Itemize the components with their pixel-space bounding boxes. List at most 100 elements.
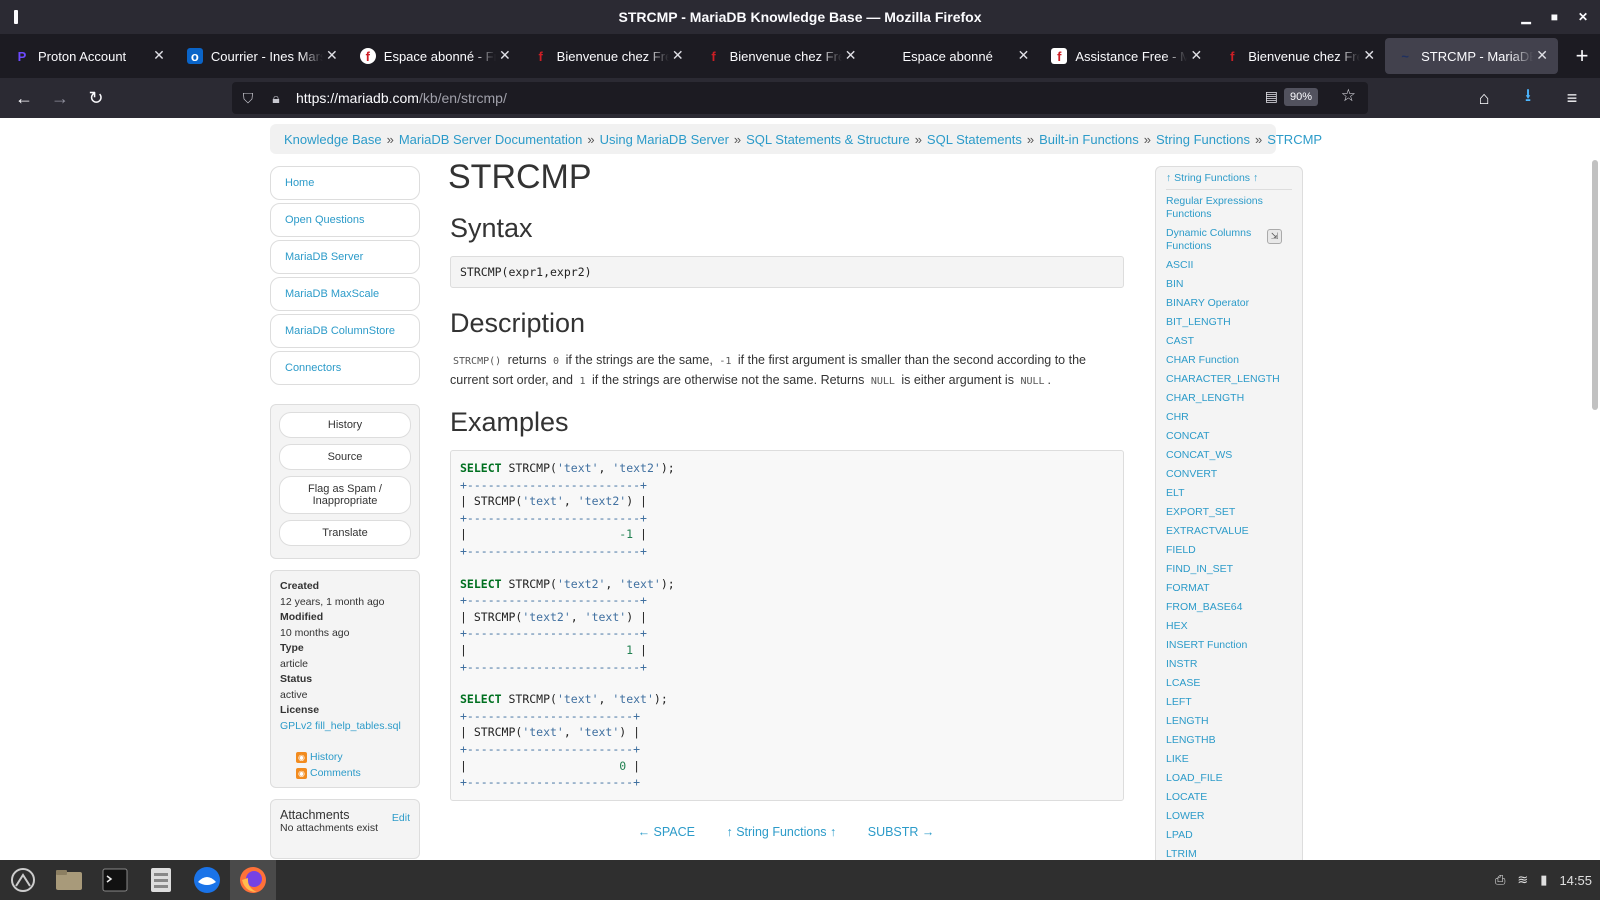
breadcrumb-link[interactable]: SQL Statements & Structure — [746, 132, 910, 147]
attachments-edit-link[interactable]: Edit — [392, 812, 410, 824]
prev-page-link[interactable]: ← SPACE — [638, 825, 695, 839]
tab[interactable]: f Assistance Free - Mes✕ — [1039, 38, 1212, 74]
pocket-icon[interactable]: ⌂ — [1466, 82, 1502, 114]
zoom-level-button[interactable]: 90% — [1283, 88, 1318, 106]
page-action-button[interactable]: History — [279, 412, 411, 438]
reader-view-icon[interactable]: ▤ — [1265, 88, 1278, 105]
rightnav-item[interactable]: CONVERT — [1166, 468, 1292, 481]
leftnav-item[interactable]: MariaDB Server — [270, 240, 420, 274]
breadcrumb-link[interactable]: Using MariaDB Server — [600, 132, 729, 147]
rightnav-item[interactable]: ASCII — [1166, 259, 1292, 272]
tab[interactable]: f Bienvenue chez Free ✕ — [521, 38, 694, 74]
new-tab-button[interactable]: + — [1564, 38, 1600, 74]
back-button[interactable]: ← — [6, 82, 42, 114]
rightnav-item[interactable]: CONCAT_WS — [1166, 449, 1292, 462]
leftnav-item[interactable]: Open Questions — [270, 203, 420, 237]
expand-icon[interactable]: ⇲ — [1267, 229, 1282, 244]
breadcrumb-link[interactable]: MariaDB Server Documentation — [399, 132, 583, 147]
rightnav-item[interactable]: LIKE — [1166, 753, 1292, 766]
rightnav-item[interactable]: BINARY Operator — [1166, 297, 1292, 310]
leftnav-item[interactable]: MariaDB MaxScale — [270, 277, 420, 311]
rightnav-item[interactable]: LOCATE — [1166, 791, 1292, 804]
rightnav-item[interactable]: LPAD — [1166, 829, 1292, 842]
rightnav-item[interactable]: CONCAT — [1166, 430, 1292, 443]
minimize-icon[interactable]: ▁ — [1521, 10, 1530, 24]
rightnav-up-link[interactable]: ↑ String Functions ↑ — [1166, 172, 1292, 190]
url-text[interactable]: https://mariadb.com/kb/en/strcmp/ — [296, 90, 507, 106]
window-menu-icon[interactable] — [14, 10, 18, 24]
close-tab-icon[interactable]: ✕ — [672, 47, 684, 64]
rightnav-item[interactable]: INSERT Function — [1166, 639, 1292, 652]
rightnav-item[interactable]: FROM_BASE64 — [1166, 601, 1292, 614]
rightnav-item[interactable]: CHARACTER_LENGTH — [1166, 373, 1292, 386]
bookmark-star-icon[interactable]: ☆ — [1341, 86, 1356, 106]
rightnav-item[interactable]: Dynamic Columns Functions — [1166, 227, 1278, 253]
clock[interactable]: 14:55 — [1559, 873, 1592, 888]
printer-icon[interactable]: ⎙ — [1495, 872, 1505, 888]
tab[interactable]: f Bienvenue chez Free ✕ — [1212, 38, 1385, 74]
rightnav-item[interactable]: EXPORT_SET — [1166, 506, 1292, 519]
rightnav-item[interactable]: FIELD — [1166, 544, 1292, 557]
page-action-button[interactable]: Flag as Spam / Inappropriate — [279, 476, 411, 514]
start-menu-icon[interactable] — [0, 860, 46, 900]
breadcrumb-link[interactable]: Built-in Functions — [1039, 132, 1139, 147]
breadcrumb-link[interactable]: STRCMP — [1267, 132, 1322, 147]
rightnav-item[interactable]: Regular Expressions Functions — [1166, 195, 1278, 221]
tracking-shield-icon[interactable]: ⛉ — [234, 90, 262, 107]
forward-button[interactable]: → — [42, 82, 78, 114]
battery-icon[interactable]: ▮ — [1540, 872, 1547, 888]
tab[interactable]: o Courrier - Ines Marsh ✕ — [175, 38, 348, 74]
lock-icon[interactable]: 🔒︎ — [262, 90, 290, 107]
rightnav-item[interactable]: LOWER — [1166, 810, 1292, 823]
rightnav-item[interactable]: ELT — [1166, 487, 1292, 500]
page-action-button[interactable]: Source — [279, 444, 411, 470]
history-feed-link[interactable]: History — [310, 750, 343, 766]
page-action-button[interactable]: Translate — [279, 520, 411, 546]
page-scrollbar[interactable] — [1592, 160, 1598, 410]
breadcrumb-link[interactable]: SQL Statements — [927, 132, 1022, 147]
close-window-icon[interactable]: ✕ — [1578, 10, 1588, 24]
rightnav-item[interactable]: CAST — [1166, 335, 1292, 348]
rightnav-item[interactable]: LENGTHB — [1166, 734, 1292, 747]
license-link[interactable]: GPLv2 fill_help_tables.sql — [280, 720, 401, 732]
rightnav-item[interactable]: CHAR Function — [1166, 354, 1292, 367]
comments-feed-link[interactable]: Comments — [310, 766, 361, 782]
downloads-icon[interactable]: ⭳ — [1510, 82, 1546, 114]
rightnav-item[interactable]: CHR — [1166, 411, 1292, 424]
app-menu-icon[interactable]: ≡ — [1554, 82, 1590, 114]
tab[interactable]: f Espace abonné - Free✕ — [348, 38, 521, 74]
rightnav-item[interactable]: FIND_IN_SET — [1166, 563, 1292, 576]
rightnav-item[interactable]: CHAR_LENGTH — [1166, 392, 1292, 405]
reload-button[interactable]: ↻ — [78, 82, 114, 114]
close-tab-icon[interactable]: ✕ — [845, 47, 857, 64]
tab[interactable]: ~ STRCMP - MariaDB ✕ — [1385, 38, 1559, 74]
close-tab-icon[interactable]: ✕ — [1191, 47, 1203, 64]
tab[interactable]: f Bienvenue chez Free ✕ — [694, 38, 867, 74]
close-tab-icon[interactable]: ✕ — [153, 47, 165, 64]
leftnav-item[interactable]: Home — [270, 166, 420, 200]
next-page-link[interactable]: SUBSTR → — [868, 825, 935, 839]
wifi-icon[interactable]: ≋ — [1517, 872, 1528, 888]
close-tab-icon[interactable]: ✕ — [1363, 47, 1375, 64]
firefox-icon[interactable] — [230, 860, 276, 900]
close-tab-icon[interactable]: ✕ — [1018, 47, 1030, 64]
file-manager-icon[interactable] — [46, 860, 92, 900]
rightnav-item[interactable]: INSTR — [1166, 658, 1292, 671]
rightnav-item[interactable]: EXTRACTVALUE — [1166, 525, 1292, 538]
breadcrumb-link[interactable]: String Functions — [1156, 132, 1250, 147]
close-tab-icon[interactable]: ✕ — [1536, 47, 1548, 64]
tab[interactable]: P Proton Account ✕ — [2, 38, 175, 74]
maximize-icon[interactable]: ■ — [1551, 10, 1558, 24]
rightnav-item[interactable]: LOAD_FILE — [1166, 772, 1292, 785]
breadcrumb-link[interactable]: Knowledge Base — [284, 132, 382, 147]
close-tab-icon[interactable]: ✕ — [326, 47, 338, 64]
leftnav-item[interactable]: MariaDB ColumnStore — [270, 314, 420, 348]
rightnav-item[interactable]: LCASE — [1166, 677, 1292, 690]
rightnav-item[interactable]: BIT_LENGTH — [1166, 316, 1292, 329]
tab[interactable]: Espace abonné ✕ — [866, 38, 1039, 74]
close-tab-icon[interactable]: ✕ — [499, 47, 511, 64]
up-page-link[interactable]: ↑ String Functions ↑ — [726, 825, 836, 839]
rightnav-item[interactable]: LTRIM — [1166, 848, 1292, 860]
rightnav-item[interactable]: HEX — [1166, 620, 1292, 633]
url-bar[interactable]: ⛉ 🔒︎ https://mariadb.com/kb/en/strcmp/ ▤… — [232, 82, 1368, 114]
